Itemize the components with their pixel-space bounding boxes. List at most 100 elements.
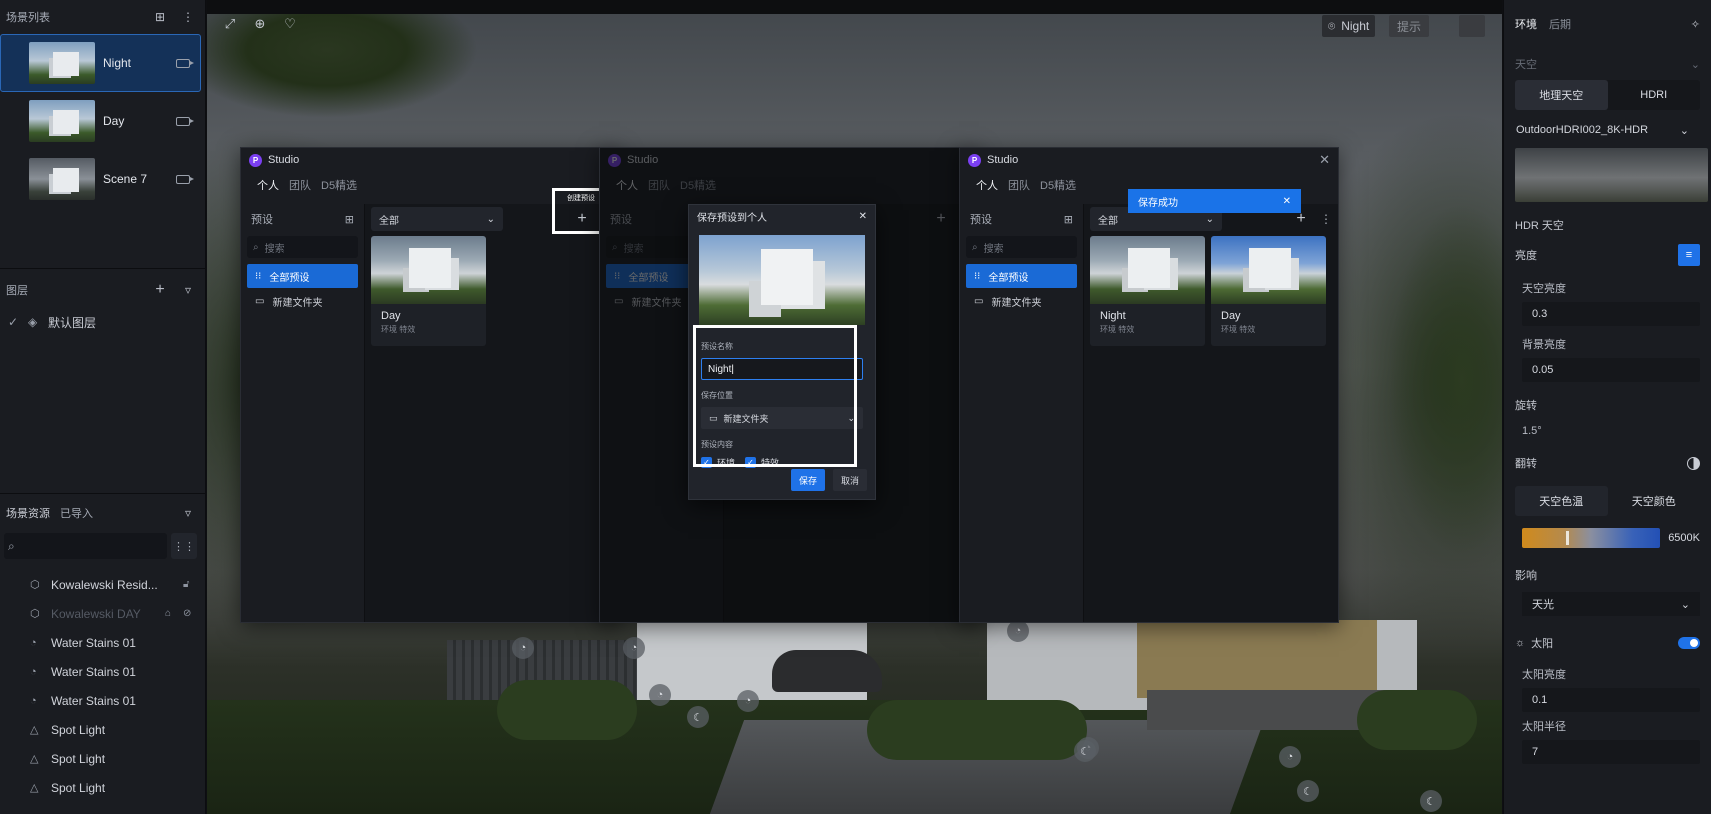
decal-icon: ◔ bbox=[30, 694, 37, 707]
chevron-down-icon[interactable]: ⌄ bbox=[1691, 58, 1700, 71]
geo-sky-option[interactable]: 地理天空 bbox=[1515, 80, 1608, 110]
scene-item-day[interactable]: Day bbox=[0, 92, 201, 150]
collapse-icon[interactable]: ▿ bbox=[179, 504, 197, 522]
hdri-dropdown[interactable]: OutdoorHDRI002_8K-HDR ⌄ bbox=[1515, 118, 1700, 142]
temperature-slider[interactable] bbox=[1522, 528, 1661, 548]
new-folder-item[interactable]: ▭ 新建文件夹 bbox=[247, 289, 358, 313]
moon-pin-icon[interactable]: ☾ bbox=[1074, 740, 1096, 762]
light-pin-icon[interactable]: ◔ bbox=[737, 690, 759, 712]
asset-search-input[interactable]: ⌕ bbox=[4, 533, 167, 559]
preset-tags: 环境 特效 bbox=[1100, 325, 1135, 334]
sun-toggle[interactable] bbox=[1678, 637, 1700, 649]
assets-header: 场景资源 已导入 ▿ bbox=[0, 496, 205, 530]
new-folder-item[interactable]: ▭ 新建文件夹 bbox=[966, 289, 1077, 313]
close-icon[interactable]: ✕ bbox=[859, 211, 867, 222]
imported-tab[interactable]: 已导入 bbox=[60, 505, 169, 521]
asset-row[interactable]: △ Spot Light bbox=[0, 773, 205, 802]
cancel-button[interactable]: 取消 bbox=[833, 469, 867, 491]
moon-pin-icon[interactable]: ☾ bbox=[687, 706, 709, 728]
save-button[interactable]: 保存 bbox=[791, 469, 825, 491]
all-presets-item[interactable]: ⁝⁝ 全部预设 bbox=[966, 264, 1077, 288]
sun-brightness-input[interactable]: 0.1 bbox=[1522, 688, 1700, 712]
add-scene-icon[interactable]: ⊞ bbox=[151, 8, 169, 26]
tips-chip[interactable]: 提示 bbox=[1389, 15, 1430, 37]
heart-icon[interactable]: ♡ bbox=[281, 16, 299, 32]
preset-search-input[interactable]: ⌕ 搜索 bbox=[247, 236, 358, 258]
tab-d5-featured[interactable]: D5精选 bbox=[321, 177, 357, 193]
fullscreen-icon[interactable]: ⤢ bbox=[221, 16, 239, 32]
add-folder-icon[interactable]: ⊞ bbox=[345, 213, 354, 226]
globe-icon[interactable]: ⊕ bbox=[251, 16, 269, 32]
asset-row[interactable]: ◔ Water Stains 01 bbox=[0, 657, 205, 686]
hidden-icon[interactable]: ⊘ bbox=[183, 608, 195, 619]
more-icon[interactable]: ⋮ bbox=[179, 8, 197, 26]
moon-pin-icon[interactable]: ☾ bbox=[1420, 790, 1442, 812]
scene-item-night[interactable]: Night bbox=[0, 34, 201, 92]
current-scene-chip[interactable]: ⌾ Night bbox=[1322, 15, 1376, 37]
lock-icon[interactable]: 🔓︎ bbox=[183, 579, 195, 590]
tab-environment[interactable]: 环境 bbox=[1515, 16, 1537, 32]
collapse-icon[interactable]: ▿ bbox=[179, 281, 197, 299]
asset-row[interactable]: ⬡ Kowalewski Resid... 🔓︎ bbox=[0, 570, 205, 599]
hdri-preview[interactable] bbox=[1515, 148, 1708, 202]
layer-row-default[interactable]: ✓ ◈ 默认图层 bbox=[0, 307, 205, 337]
chevron-down-icon: ⌄ bbox=[1680, 598, 1690, 611]
preset-search-input[interactable]: ⌕ 搜索 bbox=[966, 236, 1077, 258]
filter-dropdown[interactable]: 全部 ⌄ bbox=[371, 207, 503, 231]
close-icon[interactable]: ✕ bbox=[1283, 196, 1291, 207]
tune-icon[interactable]: ≡ bbox=[1678, 244, 1700, 266]
tab-d5-featured[interactable]: D5精选 bbox=[1040, 177, 1076, 193]
add-folder-icon[interactable]: ⊞ bbox=[1064, 213, 1073, 226]
rotation-row: 旋转 bbox=[1504, 390, 1711, 420]
sky-temp-tab[interactable]: 天空色温 bbox=[1515, 486, 1608, 516]
light-pin-icon[interactable]: ◔ bbox=[1007, 620, 1029, 642]
more-icon[interactable]: ⋮ bbox=[1320, 212, 1332, 226]
asset-row[interactable]: △ Spot Light bbox=[0, 715, 205, 744]
light-pin-icon[interactable]: ◔ bbox=[1279, 746, 1301, 768]
scene-label: Night bbox=[103, 56, 132, 70]
tab-personal[interactable]: 个人 bbox=[257, 177, 279, 193]
check-icon[interactable]: ✓ bbox=[8, 315, 22, 329]
camera-icon[interactable] bbox=[176, 58, 194, 68]
asset-row[interactable]: ◔ Water Stains 01 bbox=[0, 628, 205, 657]
light-pin-icon[interactable]: ◔ bbox=[512, 637, 534, 659]
all-presets-item[interactable]: ⁝⁝ 全部预设 bbox=[247, 264, 358, 288]
bg-brightness-input[interactable]: 0.05 bbox=[1522, 358, 1700, 382]
tab-personal[interactable]: 个人 bbox=[976, 177, 998, 193]
lock-icon[interactable]: ⌂ bbox=[165, 608, 177, 619]
magic-icon[interactable]: ✧ bbox=[1691, 18, 1700, 31]
slider-handle[interactable] bbox=[1566, 531, 1570, 545]
current-scene-label: Night bbox=[1341, 19, 1370, 33]
preset-card[interactable]: Day 环境 特效 bbox=[1211, 236, 1326, 346]
rotation-value[interactable]: 1.5° bbox=[1504, 420, 1711, 442]
tab-post[interactable]: 后期 bbox=[1549, 16, 1571, 32]
asset-row[interactable]: ◔ Water Stains 01 bbox=[0, 686, 205, 715]
influence-dropdown[interactable]: 天光 ⌄ bbox=[1522, 592, 1700, 616]
assets-title[interactable]: 场景资源 bbox=[6, 505, 50, 521]
sun-radius-input[interactable]: 7 bbox=[1522, 740, 1700, 764]
render-viewport[interactable]: ⤢ ⊕ ♡ ⌾ Night 提示 ◔ ◔ ◔ ☾ ◔ ◔ ◔ ☾ ◔ ☾ ☾ P… bbox=[207, 0, 1502, 814]
preset-card[interactable]: Night 环境 特效 bbox=[1090, 236, 1205, 346]
light-pin-icon[interactable]: ◔ bbox=[623, 637, 645, 659]
viewport-extra-chip[interactable] bbox=[1459, 15, 1485, 37]
moon-pin-icon[interactable]: ☾ bbox=[1297, 780, 1319, 802]
light-pin-icon[interactable]: ◔ bbox=[649, 684, 671, 706]
camera-icon[interactable] bbox=[176, 174, 194, 184]
scene-item-scene7[interactable]: Scene 7 bbox=[0, 150, 201, 208]
influence-value: 天光 bbox=[1532, 599, 1554, 611]
tab-team[interactable]: 团队 bbox=[1008, 177, 1030, 193]
grid-view-icon[interactable]: ⋮⋮ bbox=[171, 533, 197, 559]
close-icon[interactable]: ✕ bbox=[1319, 152, 1330, 168]
contrast-icon[interactable] bbox=[1687, 456, 1700, 470]
hdri-option[interactable]: HDRI bbox=[1608, 80, 1701, 110]
sky-color-tab[interactable]: 天空颜色 bbox=[1608, 486, 1701, 516]
add-layer-icon[interactable]: + bbox=[151, 281, 169, 299]
sky-brightness-input[interactable]: 0.3 bbox=[1522, 302, 1700, 326]
asset-row[interactable]: △ Spot Light bbox=[0, 744, 205, 773]
studio-titlebar: P Studio ✕ bbox=[241, 148, 619, 172]
sun-label: 太阳 bbox=[1531, 638, 1554, 650]
preset-card[interactable]: Day 环境 特效 bbox=[371, 236, 486, 346]
camera-icon[interactable] bbox=[176, 116, 194, 126]
asset-row[interactable]: ⬡ Kowalewski DAY ⌂ ⊘ bbox=[0, 599, 205, 628]
tab-team[interactable]: 团队 bbox=[289, 177, 311, 193]
